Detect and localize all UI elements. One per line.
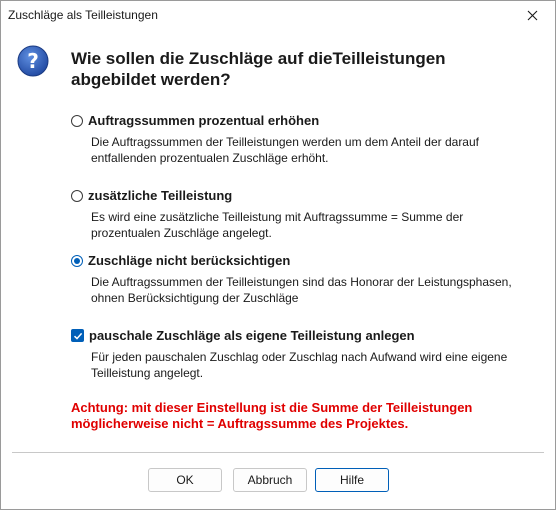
checkbox-label[interactable]: pauschale Zuschläge als eigene Teilleist… [89, 328, 415, 343]
option-additional-partial-service[interactable]: zusätzliche Teilleistung Es wird eine zu… [71, 188, 531, 241]
ok-button[interactable]: OK [148, 468, 222, 492]
checkbox-flat-surcharges[interactable]: pauschale Zuschläge als eigene Teilleist… [71, 328, 531, 381]
question-icon: ? [17, 45, 49, 77]
option-description: Die Auftragssummen der Teilleistungen si… [91, 275, 512, 305]
radio-increase-sums[interactable] [71, 114, 83, 127]
option-label[interactable]: Auftragssummen prozentual erhöhen [88, 113, 319, 128]
close-icon [527, 10, 537, 20]
separator [12, 452, 544, 453]
svg-text:?: ? [27, 49, 39, 73]
help-button[interactable]: Hilfe [315, 468, 389, 492]
radio-ignore-surcharges[interactable] [71, 254, 83, 267]
option-description: Die Auftragssummen der Teilleistungen we… [91, 135, 479, 165]
cancel-button[interactable]: Abbruch [233, 468, 307, 492]
checkbox-flat-surcharges-box[interactable] [71, 329, 84, 342]
option-description: Es wird eine zusätzliche Teilleistung mi… [91, 210, 464, 240]
checkmark-icon [73, 332, 82, 340]
title-bar[interactable]: Zuschläge als Teilleistungen [1, 1, 555, 30]
radio-additional-partial-service[interactable] [71, 189, 83, 202]
warning-text: Achtung: mit dieser Einstellung ist die … [71, 400, 473, 431]
close-button[interactable] [515, 4, 549, 26]
window-title: Zuschläge als Teilleistungen [8, 8, 158, 22]
option-ignore-surcharges[interactable]: Zuschläge nicht berücksichtigen Die Auft… [71, 253, 531, 306]
checkbox-description: Für jeden pauschalen Zuschlag oder Zusch… [91, 350, 508, 380]
dialog-heading: Wie sollen die Zuschläge auf dieTeilleis… [71, 49, 446, 89]
option-label[interactable]: zusätzliche Teilleistung [88, 188, 232, 203]
option-increase-sums[interactable]: Auftragssummen prozentual erhöhen Die Au… [71, 113, 531, 166]
option-label[interactable]: Zuschläge nicht berücksichtigen [88, 253, 290, 268]
dialog-window: Zuschläge als Teilleistungen ? Wie solle… [0, 0, 556, 510]
